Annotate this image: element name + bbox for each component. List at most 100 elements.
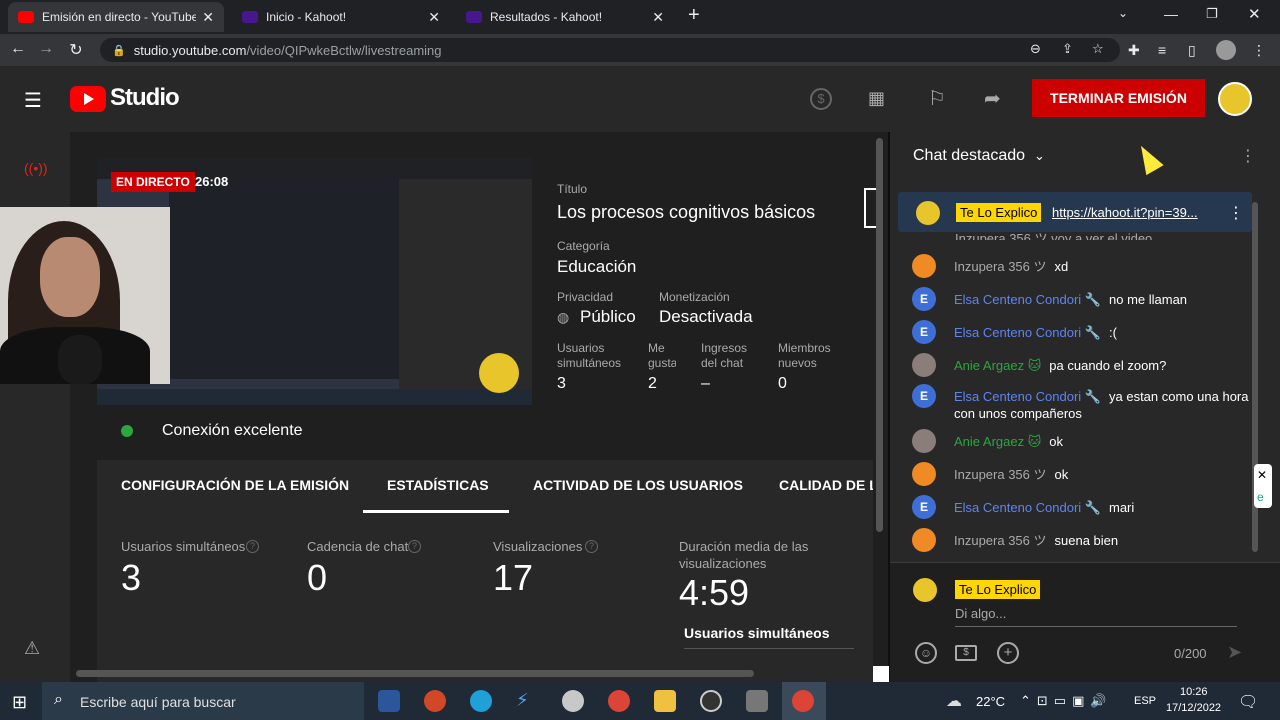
chat-message[interactable]: Inzupera 356 ツ ok [912, 462, 1252, 486]
edge-browser-icon[interactable] [470, 690, 492, 712]
zoom-icon[interactable]: ⊖ [1030, 41, 1041, 57]
kahoot-favicon-icon [242, 11, 258, 23]
chat-username[interactable]: Elsa Centeno Condori 🔧 [954, 292, 1101, 307]
youtube-logo-icon[interactable] [70, 86, 106, 112]
chat-message[interactable]: Anie Argaez 🐱 ok [912, 429, 1252, 453]
tab-stream-settings[interactable]: CONFIGURACIÓN DE LA EMISIÓN [121, 477, 349, 493]
clock-time[interactable]: 10:26 [1180, 686, 1208, 698]
tab-analytics[interactable]: ESTADÍSTICAS [387, 477, 489, 493]
close-icon[interactable]: ✕ [1257, 468, 1267, 482]
clock-date[interactable]: 17/12/2022 [1166, 702, 1221, 714]
side-widget[interactable]: ✕ e [1254, 464, 1272, 508]
chat-message[interactable]: Anie Argaez 🐱 pa cuando el zoom? [912, 353, 1252, 377]
powerpoint-icon[interactable] [424, 690, 446, 712]
char-counter: 0/200 [1174, 646, 1207, 661]
chat-message[interactable]: E Elsa Centeno Condori 🔧 ya estan como una… [912, 384, 1252, 422]
chat-message[interactable]: E Elsa Centeno Condori 🔧 mari [912, 495, 1252, 519]
bookmark-icon[interactable]: ⚐ [928, 86, 946, 111]
monetization-icon[interactable]: $ [810, 88, 832, 110]
chat-message[interactable]: E Elsa Centeno Condori 🔧:( [912, 320, 1252, 344]
chat-username[interactable]: Elsa Centeno Condori 🔧 [954, 325, 1101, 340]
share-arrow-icon[interactable]: ➦ [984, 86, 1001, 111]
app-icon[interactable] [562, 690, 584, 712]
chat-username[interactable]: Elsa Centeno Condori 🔧 [954, 500, 1101, 515]
close-window-icon[interactable]: ✕ [1248, 5, 1261, 23]
new-tab-button[interactable]: + [688, 4, 700, 27]
browser-menu-icon[interactable]: ⋮ [1252, 42, 1266, 59]
notifications-icon[interactable]: 🗨 [1238, 692, 1258, 712]
lightning-app-icon[interactable]: ⚡ [516, 690, 538, 712]
send-icon[interactable]: ➤ [1227, 642, 1242, 663]
help-icon[interactable]: ? [246, 540, 259, 553]
tab-quality[interactable]: CALIDAD DE LA [779, 477, 873, 493]
chat-username[interactable]: Inzupera 356 ツ [954, 467, 1047, 482]
back-arrow-icon[interactable]: ← [8, 40, 28, 58]
tab-kahoot-inicio[interactable]: Inicio - Kahoot! ✕ [232, 2, 450, 32]
help-icon[interactable]: ? [408, 540, 421, 553]
word-icon[interactable] [378, 690, 400, 712]
close-tab-icon[interactable]: ✕ [652, 9, 664, 26]
add-icon[interactable]: + [997, 642, 1019, 664]
clapperboard-icon[interactable]: ▦ [868, 88, 885, 109]
chat-username[interactable]: Anie Argaez 🐱 [954, 358, 1041, 373]
pinned-more-icon[interactable]: ⋮ [1228, 203, 1244, 223]
tab-youtube-studio[interactable]: Emisión en directo - YouTube Stu ✕ [8, 2, 224, 32]
language-indicator[interactable]: ESP [1134, 695, 1156, 707]
chat-username[interactable]: Anie Argaez 🐱 [954, 434, 1041, 449]
side-panel-icon[interactable]: ▯ [1188, 42, 1196, 59]
system-tray-icons[interactable]: ⌃⊡▭▣🔊 [1020, 693, 1113, 709]
chat-more-icon[interactable]: ⋮ [1240, 146, 1256, 166]
bookmark-star-icon[interactable]: ☆ [1092, 41, 1104, 57]
forward-arrow-icon[interactable]: → [36, 40, 56, 58]
windows-start-icon[interactable]: ⊞ [12, 692, 27, 713]
chat-message[interactable]: E Elsa Centeno Condori 🔧 no me llaman [912, 287, 1252, 311]
file-explorer-icon[interactable] [654, 690, 676, 712]
tab-user-activity[interactable]: ACTIVIDAD DE LOS USUARIOS [533, 477, 743, 493]
chat-text: ok [1049, 434, 1064, 449]
chat-header-title[interactable]: Chat destacado [913, 147, 1025, 165]
url-field[interactable]: 🔒 studio.youtube.com/video/QIPwkeBctlw/l… [100, 38, 1120, 62]
recorder-icon[interactable] [746, 690, 768, 712]
obs-icon[interactable] [700, 690, 722, 712]
feedback-icon[interactable]: ⚠ [24, 638, 40, 659]
channel-avatar[interactable] [1218, 82, 1252, 116]
close-tab-icon[interactable]: ✕ [428, 9, 440, 26]
horizontal-scrollbar[interactable] [76, 670, 754, 677]
restore-icon[interactable]: ❐ [1206, 6, 1218, 22]
profile-avatar[interactable] [1216, 40, 1236, 60]
close-tab-icon[interactable]: ✕ [202, 9, 214, 26]
chrome-active-icon[interactable] [792, 690, 814, 712]
weather-cloud-icon[interactable]: ☁ [946, 691, 962, 711]
super-chat-icon[interactable]: $ [955, 645, 977, 661]
end-stream-button[interactable]: TERMINAR EMISIÓN [1032, 79, 1205, 117]
taskbar-search-input[interactable]: Escribe aquí para buscar [80, 694, 236, 710]
tab-kahoot-resultados[interactable]: Resultados - Kahoot! ✕ [456, 2, 674, 32]
chat-username[interactable]: Inzupera 356 ツ [954, 259, 1047, 274]
pinned-link[interactable]: https://kahoot.it?pin=39... [1052, 205, 1198, 220]
hamburger-menu-icon[interactable]: ☰ [24, 88, 42, 113]
chevron-down-icon[interactable]: ⌄ [1034, 148, 1045, 164]
pinned-message[interactable]: Te Lo Explico https://kahoot.it?pin=39..… [898, 192, 1252, 232]
reading-list-icon[interactable]: ≡ [1158, 42, 1166, 58]
chat-message[interactable]: Inzupera 356 ツ xd [912, 254, 1252, 278]
extensions-icon[interactable]: ✚ [1128, 42, 1140, 59]
help-icon[interactable]: ? [585, 540, 598, 553]
chat-username[interactable]: Inzupera 356 ツ [954, 533, 1047, 548]
chat-username[interactable]: Elsa Centeno Condori 🔧 [954, 389, 1101, 404]
chrome-icon[interactable] [608, 690, 630, 712]
chat-message[interactable]: Inzupera 356 ツ suena bien [912, 528, 1252, 552]
tab-search-icon[interactable]: ⌄ [1118, 6, 1128, 20]
edge-icon[interactable]: e [1257, 490, 1264, 504]
input-underline [955, 626, 1237, 627]
taskbar-search[interactable]: ⌕ Escribe aquí para buscar [42, 682, 364, 720]
share-icon[interactable]: ⇪ [1062, 41, 1073, 57]
minimize-icon[interactable]: — [1164, 6, 1178, 22]
tab-title: Resultados - Kahoot! [490, 10, 603, 24]
edit-bracket[interactable] [864, 188, 876, 228]
concurrent-label-line1: Usuarios [557, 341, 605, 355]
chat-message-input[interactable]: Di algo... [955, 606, 1006, 621]
reload-icon[interactable]: ↻ [66, 40, 86, 60]
live-broadcast-icon[interactable]: ((•)) [24, 160, 48, 176]
vertical-scrollbar[interactable] [876, 138, 883, 532]
emoji-icon[interactable]: ☺ [915, 642, 937, 664]
